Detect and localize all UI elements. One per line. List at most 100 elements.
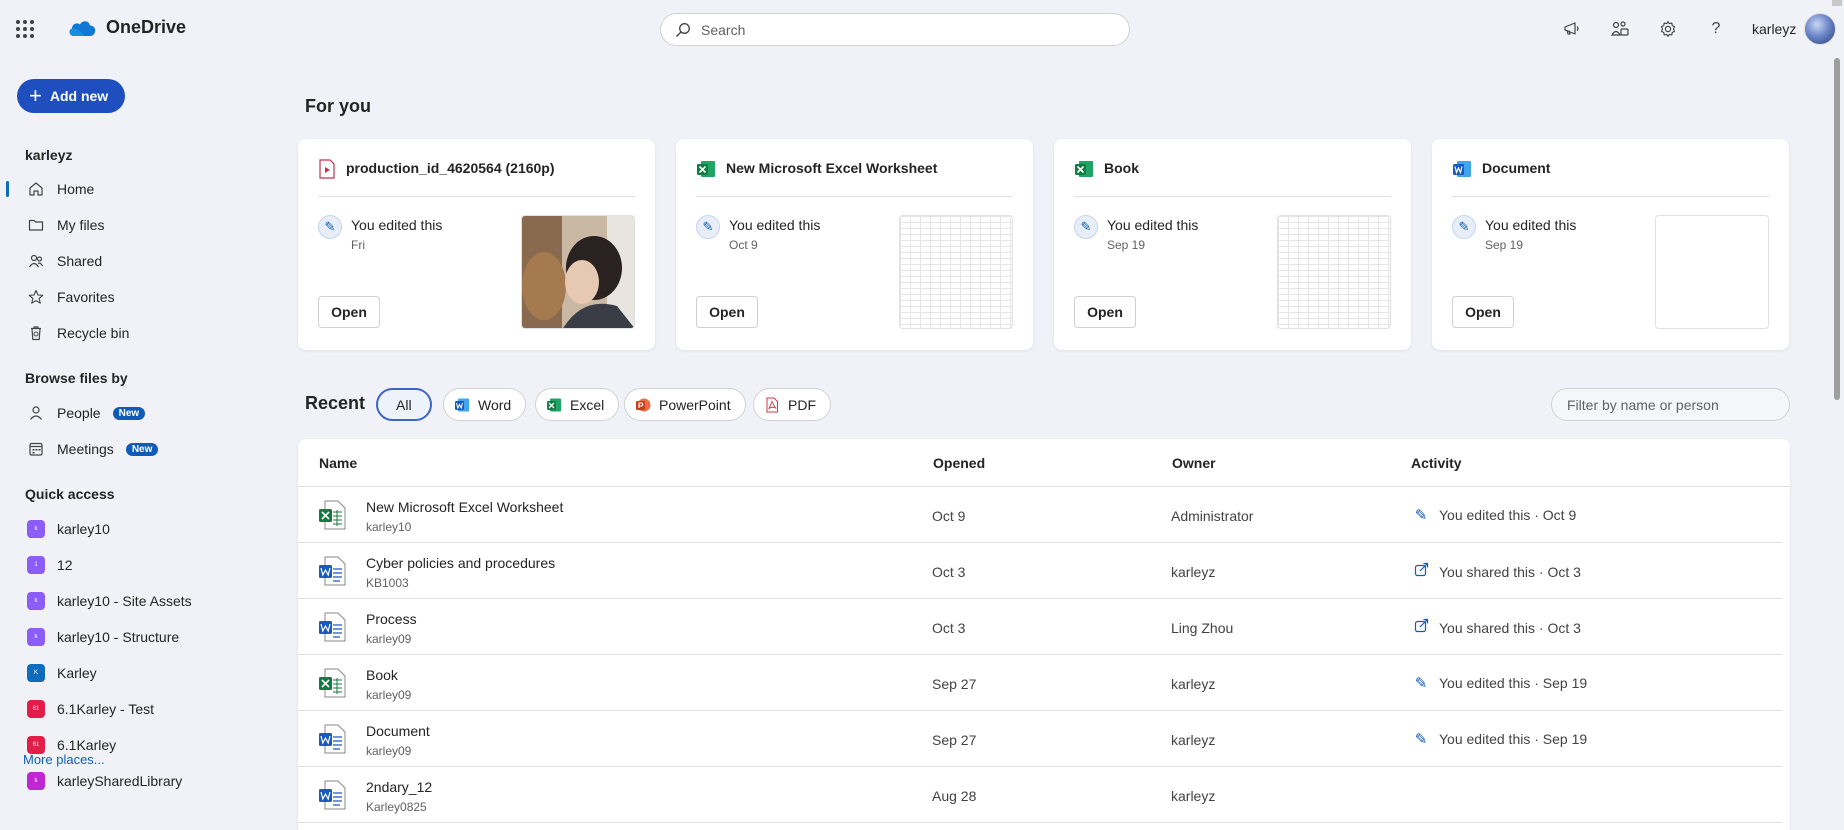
avatar[interactable] xyxy=(1804,13,1836,45)
card-title: Document xyxy=(1482,160,1551,176)
file-opened: Aug 28 xyxy=(932,788,977,804)
home-icon xyxy=(27,180,45,198)
add-new-button[interactable]: + Add new xyxy=(17,79,125,113)
search-box[interactable] xyxy=(660,13,1130,46)
quick-access-item[interactable]: k karley10 xyxy=(0,513,260,545)
sidebar-item-meetings[interactable]: Meetings New xyxy=(0,433,260,465)
quick-access-item[interactable]: k karley10 - Structure xyxy=(0,621,260,653)
suggested-file-card[interactable]: Document ✎ You edited this Sep 19 Open xyxy=(1432,139,1789,350)
quick-access-label: 6.1Karley xyxy=(57,737,117,753)
excel-file-icon xyxy=(319,500,346,530)
suggested-file-card[interactable]: Book ✎ You edited this Sep 19 Open xyxy=(1054,139,1411,350)
sidebar-item-favorites[interactable]: Favorites xyxy=(0,281,260,313)
quick-access-item[interactable]: 61 6.1Karley - Test xyxy=(0,693,260,725)
quick-access-item[interactable]: k karley10 - Site Assets xyxy=(0,585,260,617)
suggested-file-card[interactable]: production_id_4620564 (2160p) ✎ You edit… xyxy=(298,139,655,350)
filter-all[interactable]: All xyxy=(376,388,432,421)
share-network-icon[interactable] xyxy=(1610,19,1630,39)
brand[interactable]: OneDrive xyxy=(68,17,186,38)
file-activity: You shared this · Oct 3 xyxy=(1412,562,1581,581)
quick-access-item[interactable]: k karleySharedLibrary xyxy=(0,765,260,797)
file-activity-text: You shared this · Oct 3 xyxy=(1439,619,1581,636)
quick-access-label: 12 xyxy=(57,557,73,573)
site-icon: k xyxy=(27,772,45,790)
plus-icon: + xyxy=(29,83,42,108)
sidebar-item-label: My files xyxy=(57,217,105,233)
word-file-icon xyxy=(319,724,346,754)
app-launcher-icon[interactable] xyxy=(16,20,34,38)
card-title: Book xyxy=(1104,160,1139,176)
sidebar-item-recycle-bin[interactable]: Recycle bin xyxy=(0,317,260,349)
scroll-up-arrow[interactable] xyxy=(1832,0,1842,6)
top-bar: OneDrive ? karleyz xyxy=(0,0,1844,58)
file-name[interactable]: Cyber policies and procedures xyxy=(366,555,555,571)
sidebar-item-my-files[interactable]: My files xyxy=(0,209,260,241)
page-scrollbar[interactable] xyxy=(1834,58,1840,400)
file-activity-text: You edited this · Sep 19 xyxy=(1439,731,1588,747)
file-name[interactable]: Document xyxy=(366,723,430,739)
file-name[interactable]: Book xyxy=(366,667,398,683)
file-location: karley09 xyxy=(366,688,412,702)
search-input[interactable] xyxy=(701,21,1101,38)
sidebar-item-shared[interactable]: Shared xyxy=(0,245,260,277)
file-activity: ✎ You edited this · Sep 19 xyxy=(1412,674,1587,692)
open-button[interactable]: Open xyxy=(696,296,758,328)
open-button[interactable]: Open xyxy=(1074,296,1136,328)
filter-word[interactable]: Word xyxy=(443,388,527,421)
sidebar-item-home[interactable]: Home xyxy=(0,173,260,205)
table-row[interactable]: New Microsoft Excel Worksheet karley10 O… xyxy=(298,487,1782,543)
filter-excel[interactable]: Excel xyxy=(535,388,620,421)
column-header-activity[interactable]: Activity xyxy=(1411,455,1462,471)
more-places-link[interactable]: More places... xyxy=(23,752,105,767)
word-icon xyxy=(455,398,469,411)
gear-icon[interactable] xyxy=(1658,19,1678,39)
quick-access-label: Karley xyxy=(57,665,97,681)
pencil-icon: ✎ xyxy=(1452,215,1476,239)
file-opened: Sep 27 xyxy=(932,732,977,748)
filter-by-name-input[interactable] xyxy=(1551,388,1790,421)
folder-icon xyxy=(27,216,45,234)
recent-files-table: Name Opened Owner Activity New Microsoft… xyxy=(298,439,1790,830)
for-you-heading: For you xyxy=(305,96,371,116)
onedrive-logo-icon xyxy=(69,20,96,36)
quick-access-item[interactable]: 1 12 xyxy=(0,549,260,581)
person-icon xyxy=(27,404,45,422)
table-row[interactable]: Document karley09 Sep 27 karleyz ✎ You e… xyxy=(298,711,1782,767)
open-button[interactable]: Open xyxy=(318,296,380,328)
suggested-file-card[interactable]: New Microsoft Excel Worksheet ✎ You edit… xyxy=(676,139,1033,350)
card-date: Sep 19 xyxy=(1107,238,1146,252)
megaphone-icon[interactable] xyxy=(1562,19,1582,39)
account-label: karleyz xyxy=(25,147,73,163)
user-name: karleyz xyxy=(1752,21,1797,37)
table-row[interactable]: 2ndary_12 Karley0825 Aug 28 karleyz xyxy=(298,767,1782,823)
card-activity: You edited this xyxy=(1107,217,1199,233)
recycle-bin-icon xyxy=(27,324,45,342)
sidebar-item-label: Recycle bin xyxy=(57,325,130,341)
card-header: New Microsoft Excel Worksheet xyxy=(696,159,1013,197)
site-icon: 61 xyxy=(27,700,45,718)
sidebar-item-people[interactable]: People New xyxy=(0,397,260,429)
word-file-icon xyxy=(319,612,346,642)
file-activity-text: You edited this · Sep 19 xyxy=(1439,675,1588,691)
card-header: production_id_4620564 (2160p) xyxy=(318,159,635,197)
filter-powerpoint[interactable]: PowerPoint xyxy=(624,388,746,421)
file-name[interactable]: New Microsoft Excel Worksheet xyxy=(366,499,563,515)
pencil-icon: ✎ xyxy=(1414,731,1428,748)
pencil-icon: ✎ xyxy=(1414,507,1428,524)
file-name[interactable]: 2ndary_12 xyxy=(366,779,432,795)
help-icon[interactable]: ? xyxy=(1706,19,1726,39)
card-title: production_id_4620564 (2160p) xyxy=(346,160,555,176)
site-icon: k xyxy=(27,520,45,538)
table-row[interactable]: Book karley09 Sep 27 karleyz ✎ You edite… xyxy=(298,655,1782,711)
recent-heading: Recent xyxy=(305,393,366,413)
file-name[interactable]: Process xyxy=(366,611,417,627)
table-row[interactable]: Process karley09 Oct 3 Ling Zhou You sha… xyxy=(298,599,1782,655)
table-row[interactable]: Cyber policies and procedures KB1003 Oct… xyxy=(298,543,1782,599)
excel-file-icon xyxy=(319,668,346,698)
quick-access-item[interactable]: K Karley xyxy=(0,657,260,689)
open-button[interactable]: Open xyxy=(1452,296,1514,328)
filter-pdf[interactable]: PDF xyxy=(753,388,831,421)
column-header-name[interactable]: Name xyxy=(319,455,357,471)
column-header-owner[interactable]: Owner xyxy=(1172,455,1216,471)
column-header-opened[interactable]: Opened xyxy=(933,455,985,471)
